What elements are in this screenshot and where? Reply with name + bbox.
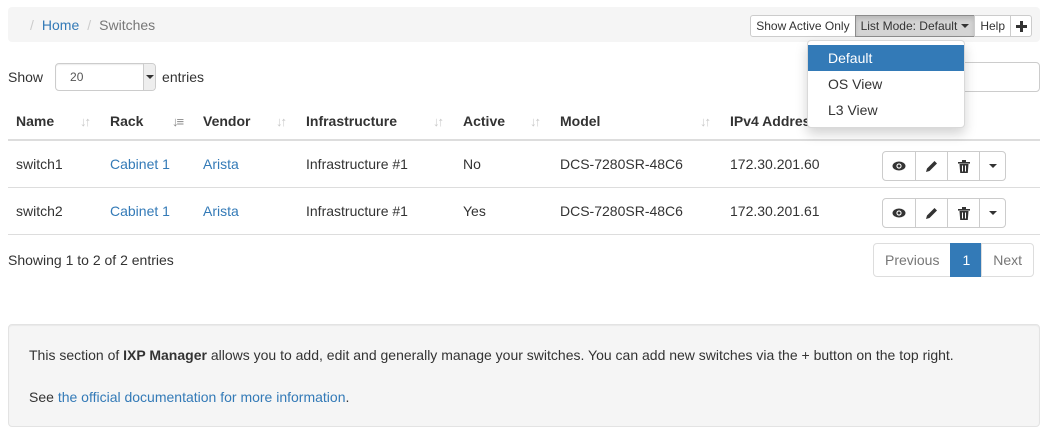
column-header-model[interactable]: Model [560, 113, 600, 129]
column-header-rack[interactable]: Rack [110, 113, 143, 129]
next-page-button[interactable]: Next [981, 243, 1035, 277]
trash-icon [957, 206, 970, 220]
list-mode-option-default[interactable]: Default [808, 45, 964, 71]
view-button[interactable] [882, 151, 916, 181]
entries-label: entries [162, 69, 205, 85]
list-mode-dropdown: Default OS View L3 View [807, 40, 965, 128]
breadcrumb-current: Switches [99, 17, 156, 33]
previous-page-button[interactable]: Previous [873, 243, 952, 277]
edit-button[interactable] [915, 151, 948, 181]
delete-button[interactable] [947, 198, 980, 228]
more-actions-button[interactable] [979, 198, 1006, 228]
sort-icon: ↓↑ [530, 114, 541, 129]
help-text-pre: This section of [29, 347, 124, 363]
edit-button[interactable] [915, 198, 948, 228]
pencil-icon [926, 207, 937, 219]
caret-down-icon [961, 24, 970, 28]
help-button[interactable]: Help [974, 15, 1011, 37]
more-actions-button[interactable] [979, 151, 1006, 181]
eye-icon [892, 161, 906, 171]
cell-name: switch1 [16, 156, 63, 172]
help-well: This section of IXP Manager allows you t… [8, 324, 1040, 427]
plus-icon [1015, 20, 1027, 32]
sort-icon: ↓↑ [433, 114, 444, 129]
add-switch-button[interactable] [1010, 15, 1032, 37]
doc-text-post: . [345, 389, 350, 405]
sort-ascending-icon: ↓≡ [172, 114, 184, 129]
caret-down-icon [988, 164, 997, 168]
breadcrumb: / Home / Switches [30, 17, 155, 33]
column-header-name[interactable]: Name [16, 113, 54, 129]
caret-down-icon [988, 211, 997, 215]
show-active-only-button[interactable]: Show Active Only [750, 15, 856, 37]
list-mode-button[interactable]: List Mode: Default [854, 15, 976, 37]
entries-per-page-select[interactable]: 20 [55, 63, 157, 91]
breadcrumb-separator: / [87, 17, 92, 33]
row-actions [882, 198, 1006, 228]
cell-name: switch2 [16, 203, 63, 219]
breadcrumb-home-link[interactable]: Home [42, 17, 79, 33]
entries-length-control: Show 20 entries [8, 62, 204, 92]
search-input[interactable] [960, 62, 1040, 92]
cell-vendor-link[interactable]: Arista [203, 203, 239, 219]
list-mode-option-l3-view[interactable]: L3 View [808, 97, 964, 123]
select-arrow-icon [143, 64, 156, 90]
eye-icon [892, 208, 906, 218]
cell-ipv4: 172.30.201.60 [730, 156, 820, 172]
pencil-icon [926, 160, 937, 172]
delete-button[interactable] [947, 151, 980, 181]
cell-vendor-link[interactable]: Arista [203, 156, 239, 172]
sort-icon: ↓↑ [700, 114, 711, 129]
entries-per-page-value: 20 [70, 70, 84, 84]
documentation-line: See the official documentation for more … [29, 389, 349, 405]
column-header-vendor[interactable]: Vendor [203, 113, 250, 129]
sort-icon: ↓↑ [80, 114, 91, 129]
cell-infrastructure: Infrastructure #1 [306, 156, 408, 172]
cell-active: Yes [463, 203, 486, 219]
column-header-active[interactable]: Active [463, 113, 505, 129]
trash-icon [957, 159, 970, 173]
row-actions [882, 151, 1006, 181]
toolbar-button-group: Show Active Only List Mode: Default Help [750, 15, 1032, 37]
view-button[interactable] [882, 198, 916, 228]
cell-active: No [463, 156, 481, 172]
cell-infrastructure: Infrastructure #1 [306, 203, 408, 219]
breadcrumb-bar: / Home / Switches Show Active Only List Mod… [8, 7, 1040, 42]
cell-rack-link[interactable]: Cabinet 1 [110, 203, 170, 219]
help-text-post: allows you to add, edit and generally ma… [206, 347, 954, 363]
table-row: switch1 Cabinet 1 Arista Infrastructure … [8, 141, 1040, 188]
cell-model: DCS-7280SR-48C6 [560, 203, 683, 219]
documentation-link[interactable]: the official documentation for more info… [58, 389, 346, 405]
table-info: Showing 1 to 2 of 2 entries [8, 252, 174, 268]
breadcrumb-separator: / [30, 17, 34, 33]
pagination: Previous 1 Next [873, 243, 1035, 277]
cell-rack-link[interactable]: Cabinet 1 [110, 156, 170, 172]
cell-model: DCS-7280SR-48C6 [560, 156, 683, 172]
product-name: IXP Manager [123, 347, 207, 363]
show-label: Show [8, 69, 44, 85]
list-mode-label: List Mode: Default [860, 19, 958, 33]
doc-text-pre: See [29, 389, 58, 405]
help-text-line: This section of IXP Manager allows you t… [29, 347, 954, 363]
column-header-infrastructure[interactable]: Infrastructure [306, 113, 397, 129]
cell-ipv4: 172.30.201.61 [730, 203, 820, 219]
list-mode-option-os-view[interactable]: OS View [808, 71, 964, 97]
column-header-ipv4-address[interactable]: IPv4 Address [730, 113, 818, 129]
table-row: switch2 Cabinet 1 Arista Infrastructure … [8, 188, 1040, 235]
sort-icon: ↓↑ [276, 114, 287, 129]
page-button-current[interactable]: 1 [950, 243, 983, 277]
